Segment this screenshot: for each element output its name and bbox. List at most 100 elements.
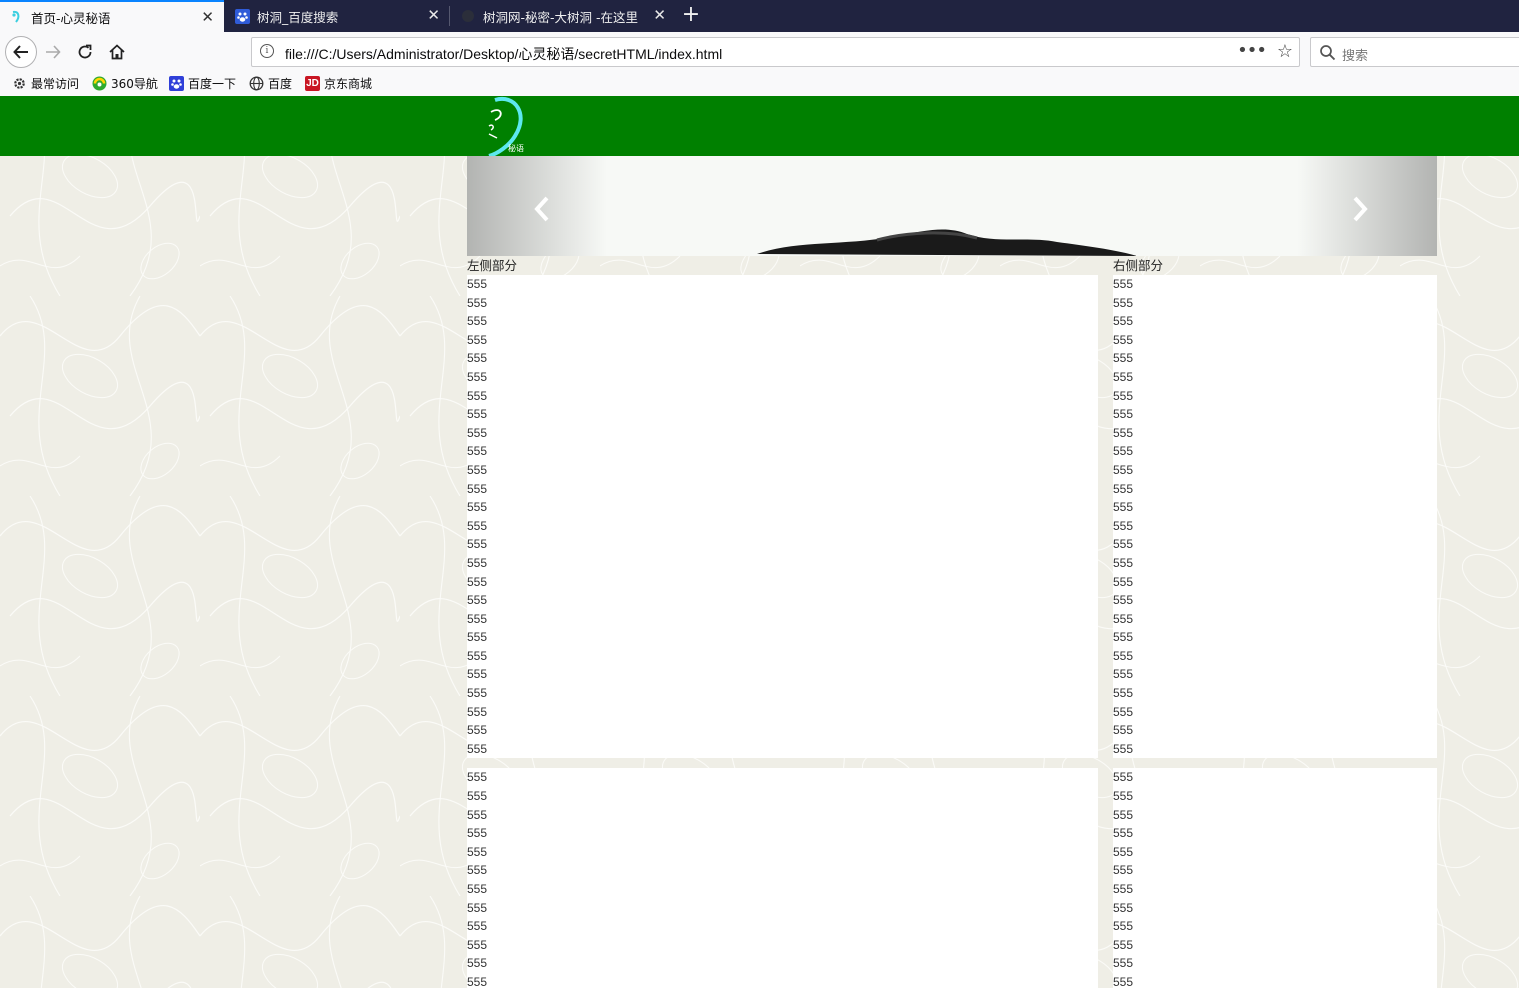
close-tab-icon[interactable]: ✕: [201, 10, 214, 25]
left-content-box: 555 555 555 555 555 555 555 555 555 555 555 555: [467, 768, 1098, 988]
bookmark-baidu-yixia[interactable]: 百度一下: [169, 75, 236, 92]
bookmark-label: 京东商城: [324, 77, 373, 91]
list-item: 555: [467, 956, 488, 971]
carousel-prev-button[interactable]: [530, 194, 554, 224]
reload-button[interactable]: [71, 38, 99, 66]
list-item: 555: [467, 630, 488, 645]
list-item: 555: [1113, 630, 1134, 645]
list-item: 555: [467, 974, 488, 988]
list-item: 555: [467, 369, 488, 384]
list-item: 555: [467, 844, 488, 859]
gear-icon: [12, 76, 27, 91]
forward-button[interactable]: [39, 38, 67, 66]
bookmark-jd[interactable]: JD 京东商城: [305, 75, 372, 92]
home-icon: [109, 44, 125, 60]
list-item: 555: [1113, 789, 1134, 804]
list-item: 555: [1113, 974, 1134, 988]
list-item: 555: [1113, 882, 1134, 896]
home-button[interactable]: [103, 38, 131, 66]
list-item: 555: [467, 295, 488, 310]
list-item: 555: [467, 826, 488, 841]
site-info-icon[interactable]: i: [260, 44, 274, 58]
bookmark-baidu[interactable]: 百度: [249, 75, 292, 92]
list-item: 555: [1113, 500, 1134, 515]
bookmark-360[interactable]: 360导航: [92, 75, 158, 92]
list-item: 555: [1113, 770, 1134, 785]
close-tab-icon[interactable]: ✕: [427, 8, 440, 23]
tab-home[interactable]: 首页-心灵秘语 ✕: [0, 0, 224, 32]
bookmark-label: 360导航: [111, 77, 158, 91]
page-viewport: 秘语 左侧部分 555 555 555 555 555 555 555 555 555 555 55…: [0, 96, 1519, 988]
list-item: 555: [467, 770, 488, 785]
list-item: 555: [467, 900, 488, 915]
360-icon: [92, 76, 107, 91]
list-item: 555: [467, 789, 488, 804]
close-tab-icon[interactable]: ✕: [653, 8, 666, 23]
list-item: 555: [467, 332, 488, 347]
list-item: 555: [467, 863, 488, 878]
chevron-right-icon: [1353, 196, 1368, 222]
list-item: 555: [1113, 807, 1134, 822]
list-item: 555: [467, 919, 488, 934]
list-item: 555: [467, 425, 488, 440]
list-item: 555: [1113, 369, 1134, 384]
list-item: 555: [1113, 277, 1134, 291]
list-item: 555: [1113, 723, 1134, 738]
svg-text:秘语: 秘语: [508, 143, 524, 153]
list-item: 555: [1113, 667, 1134, 682]
list-item: 555: [467, 807, 488, 822]
page-actions-icon[interactable]: •••: [1237, 40, 1267, 61]
left-section-title: 左侧部分: [467, 258, 518, 273]
list-item: 555: [467, 500, 488, 515]
list-item: 555: [1113, 704, 1134, 719]
url-text: file:///C:/Users/Administrator/Desktop/心…: [285, 46, 723, 62]
address-bar[interactable]: i file:///C:/Users/Administrator/Desktop…: [251, 37, 1300, 67]
new-tab-button[interactable]: +: [680, 2, 702, 30]
bookmark-label: 百度: [268, 77, 293, 91]
list-item: 555: [1113, 407, 1134, 422]
list-item: 555: [467, 481, 488, 496]
search-box[interactable]: 搜索: [1310, 37, 1519, 67]
list-item: 555: [467, 593, 488, 608]
chevron-left-icon: [534, 196, 549, 222]
navigation-toolbar: i file:///C:/Users/Administrator/Desktop…: [0, 32, 1519, 72]
list-item: 555: [1113, 295, 1134, 310]
list-item: 555: [467, 351, 488, 366]
list-item: 555: [467, 937, 488, 952]
site-logo[interactable]: 秘语: [481, 96, 541, 158]
list-item: 555: [467, 686, 488, 701]
back-button[interactable]: [5, 36, 37, 68]
list-item: 555: [1113, 741, 1134, 756]
baidu-paw-icon: [234, 8, 250, 24]
baidu-paw-icon: [169, 76, 184, 91]
list-item: 555: [1113, 593, 1134, 608]
list-item: 555: [467, 314, 488, 329]
list-item: 555: [1113, 611, 1134, 626]
list-item: 555: [1113, 900, 1134, 915]
list-item: 555: [467, 882, 488, 896]
bookmark-label: 最常访问: [31, 77, 80, 91]
bookmark-label: 百度一下: [188, 77, 237, 91]
list-item: 555: [1113, 388, 1134, 403]
forward-arrow-icon: [46, 45, 61, 59]
bookmark-most-visited[interactable]: 最常访问: [12, 75, 79, 92]
list-item: 555: [467, 537, 488, 552]
list-item: 555: [1113, 826, 1134, 841]
list-item: 555: [1113, 686, 1134, 701]
tab-baidu-search[interactable]: 树洞_百度搜索 ✕: [226, 0, 450, 32]
carousel-next-button[interactable]: [1348, 194, 1372, 224]
list-item: 555: [1113, 332, 1134, 347]
list-item: 555: [1113, 844, 1134, 859]
tab-shudong[interactable]: 树洞网-秘密-大树洞 -在这里， ✕: [452, 0, 676, 32]
banner-carousel[interactable]: [467, 156, 1437, 256]
right-content-box: 555 555 555 555 555 555 555 555 555 555 555 555 555 5…: [1113, 275, 1437, 759]
reload-icon: [78, 44, 92, 59]
bookmark-star-icon[interactable]: ☆: [1277, 41, 1293, 62]
list-item: 555: [1113, 425, 1134, 440]
logo-icon: 秘语: [488, 96, 524, 158]
back-arrow-icon: [13, 45, 28, 59]
list-item: 555: [467, 407, 488, 422]
tab-title: 树洞_百度搜索: [257, 9, 339, 25]
list-item: 555: [1113, 444, 1134, 459]
site-header: 秘语: [0, 96, 1519, 158]
